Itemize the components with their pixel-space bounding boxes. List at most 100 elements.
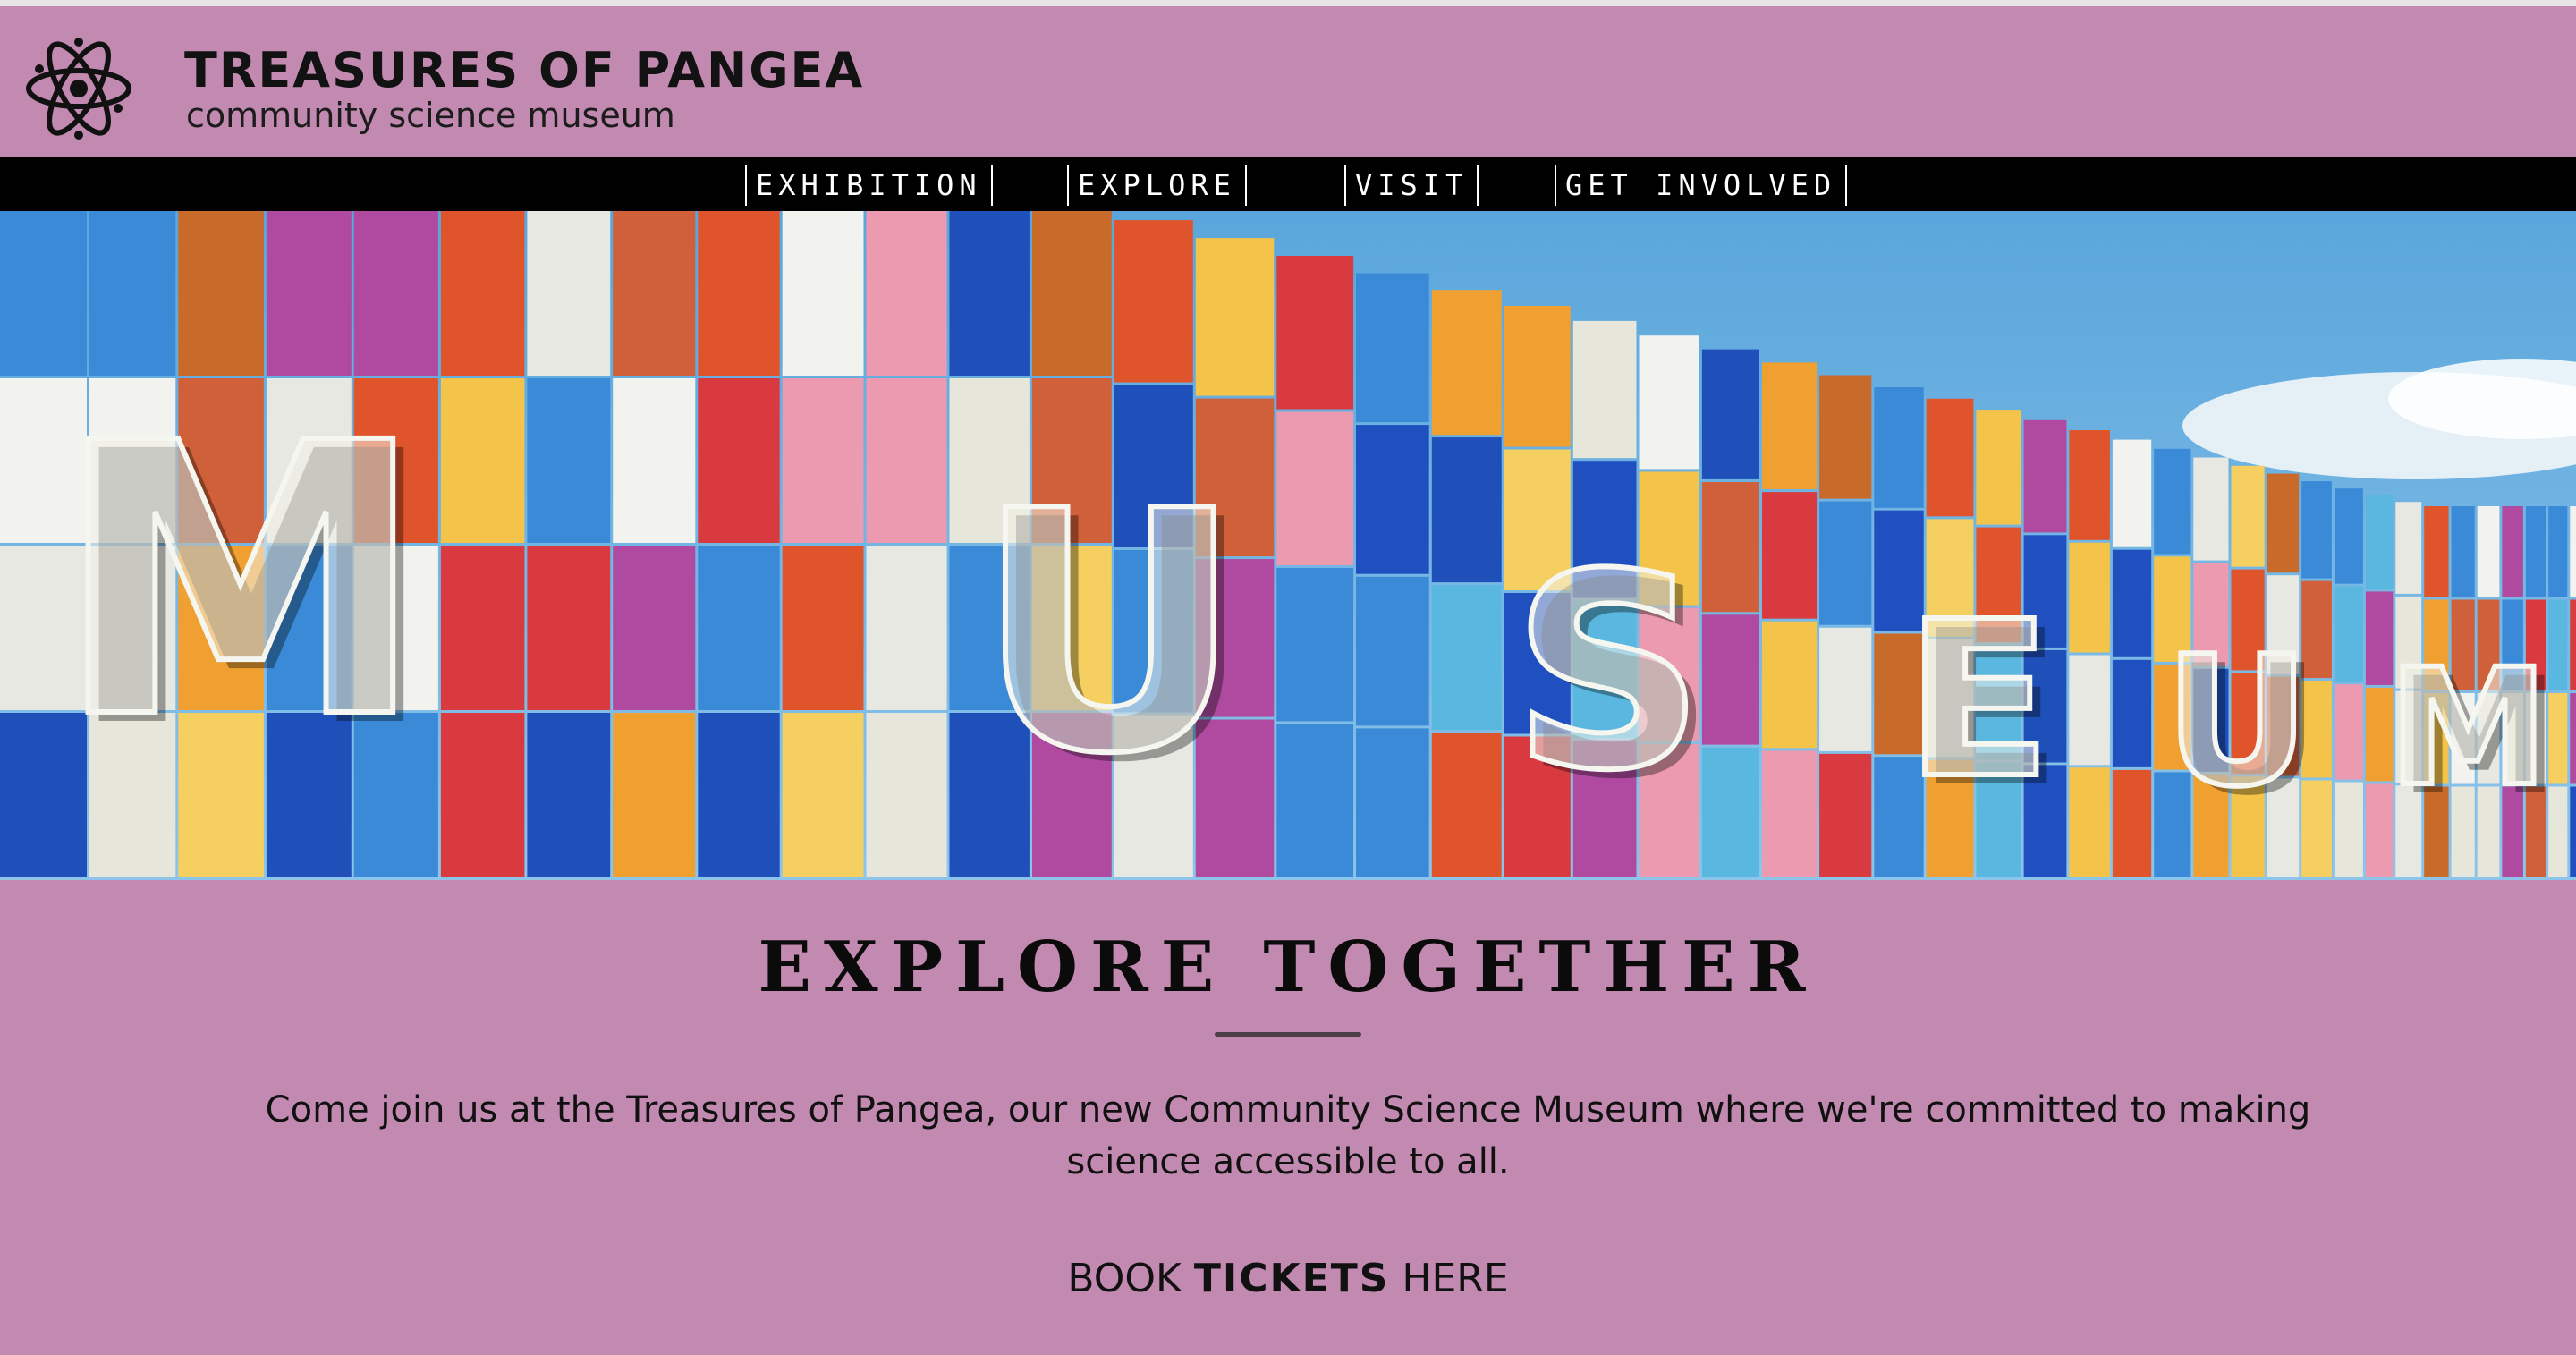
facade-panel [613, 211, 696, 376]
facade-panel [2154, 448, 2191, 555]
sign-letter: M [54, 364, 428, 801]
nav-item-exhibition[interactable]: EXHIBITION [745, 165, 993, 206]
cta-strong: TICKETS [1193, 1256, 1390, 1301]
atom-icon[interactable] [23, 33, 134, 144]
facade-panel [1572, 320, 1637, 459]
facade-panel [2301, 481, 2332, 579]
main-content: EXPLORE TOGETHER Come join us at the Tre… [0, 880, 2576, 1355]
facade-panel [2502, 506, 2523, 597]
book-tickets-link[interactable]: BOOK TICKETS HERE [0, 1256, 2576, 1301]
facade-panel [698, 211, 780, 376]
facade-panel [440, 211, 525, 376]
facade-panel [1356, 273, 1429, 423]
facade-panel [527, 713, 611, 877]
facade-panel [782, 378, 864, 543]
nav-item-visit[interactable]: VISIT [1344, 165, 1479, 206]
facade-panel [440, 713, 525, 877]
facade-panel [2424, 506, 2449, 597]
facade-panel [178, 211, 264, 376]
facade-panel [1195, 238, 1275, 396]
facade-panel [2069, 430, 2110, 540]
facade-panel [2112, 439, 2152, 547]
facade-panel [2548, 506, 2568, 597]
facade-panel [89, 211, 176, 376]
main-nav: EXHIBITION EXPLORE VISIT GET INVOLVED [0, 157, 2576, 211]
facade-panel [1431, 733, 1502, 877]
facade-panel [1431, 437, 1502, 583]
headline-divider [1215, 1032, 1361, 1037]
facade-panel [1356, 425, 1429, 574]
facade-panel [440, 378, 525, 543]
facade-panel [1762, 362, 1818, 489]
cta-suffix: HERE [1402, 1256, 1509, 1301]
facade-panel [1356, 576, 1429, 726]
facade-panel [1504, 306, 1571, 447]
facade-panel [1762, 750, 1818, 877]
hero-image: MMUUSSEEUUMM [0, 211, 2576, 880]
sign-letter: M [2388, 635, 2548, 822]
facade-panel [1276, 256, 1354, 410]
sign-letter: U [975, 442, 1243, 826]
facade-panel [1431, 290, 1502, 436]
facade-panel [1976, 410, 2021, 525]
site-title[interactable]: TREASURES OF PANGEA [184, 42, 864, 98]
facade-panel [266, 211, 352, 376]
facade-panel [613, 378, 696, 543]
intro-paragraph: Come join us at the Treasures of Pangea,… [265, 1089, 2311, 1182]
facade-panel [2112, 659, 2152, 767]
facade-panel [1926, 398, 1974, 517]
facade-panel [2525, 506, 2546, 597]
facade-panel [949, 211, 1030, 376]
facade-panel [2395, 502, 2422, 594]
facade-panel [2477, 506, 2500, 597]
facade-panel [2193, 457, 2229, 561]
facade-panel [1762, 492, 1818, 619]
facade-panel [613, 546, 696, 710]
facade-panel [2334, 586, 2363, 682]
facade-panel [1819, 375, 1872, 499]
facade-panel [2570, 693, 2576, 784]
nav-item-get-involved[interactable]: GET INVOLVED [1555, 165, 1848, 206]
facade-panel [1114, 220, 1193, 383]
facade-panel [527, 378, 611, 543]
cta-prefix: BOOK [1067, 1256, 1182, 1301]
facade-panel [2112, 769, 2152, 877]
facade-panel [1431, 585, 1502, 731]
facade-panel [866, 546, 947, 710]
facade-panel [1356, 728, 1429, 877]
facade-panel [698, 713, 780, 877]
sign-letter: S [1512, 517, 1705, 829]
facade-panel [782, 713, 864, 877]
facade-panel [698, 546, 780, 710]
facade-panel [2334, 782, 2363, 877]
facade-panel [2334, 684, 2363, 780]
site-subtitle: community science museum [186, 96, 675, 135]
facade-panel [2365, 495, 2394, 589]
facade-panel [1032, 211, 1112, 376]
facade-panel [1819, 627, 1872, 751]
facade-panel [1639, 335, 1699, 470]
nav-item-explore[interactable]: EXPLORE [1067, 165, 1247, 206]
facade-panel [2069, 767, 2110, 877]
sign-letter: E [1905, 575, 2052, 826]
facade-panel [2334, 488, 2363, 584]
sign-letter: U [2165, 618, 2309, 826]
facade-panel [0, 211, 87, 376]
page-headline: EXPLORE TOGETHER [758, 927, 1818, 1008]
facade-panel [440, 546, 525, 710]
facade-panel [613, 713, 696, 877]
facade-panel [1276, 411, 1354, 565]
facade-panel [2570, 599, 2576, 690]
facade-panel [2112, 549, 2152, 657]
facade-panel [782, 546, 864, 710]
top-border [0, 0, 2576, 6]
facade-panel [2231, 465, 2265, 567]
facade-panel [866, 378, 947, 543]
facade-panel [1874, 387, 1924, 508]
facade-panel [1701, 349, 1759, 479]
facade-panel [353, 211, 438, 376]
facade-panel [527, 211, 611, 376]
facade-panel [2570, 506, 2576, 597]
facade-panel [1276, 724, 1354, 877]
facade-panel [2069, 655, 2110, 766]
